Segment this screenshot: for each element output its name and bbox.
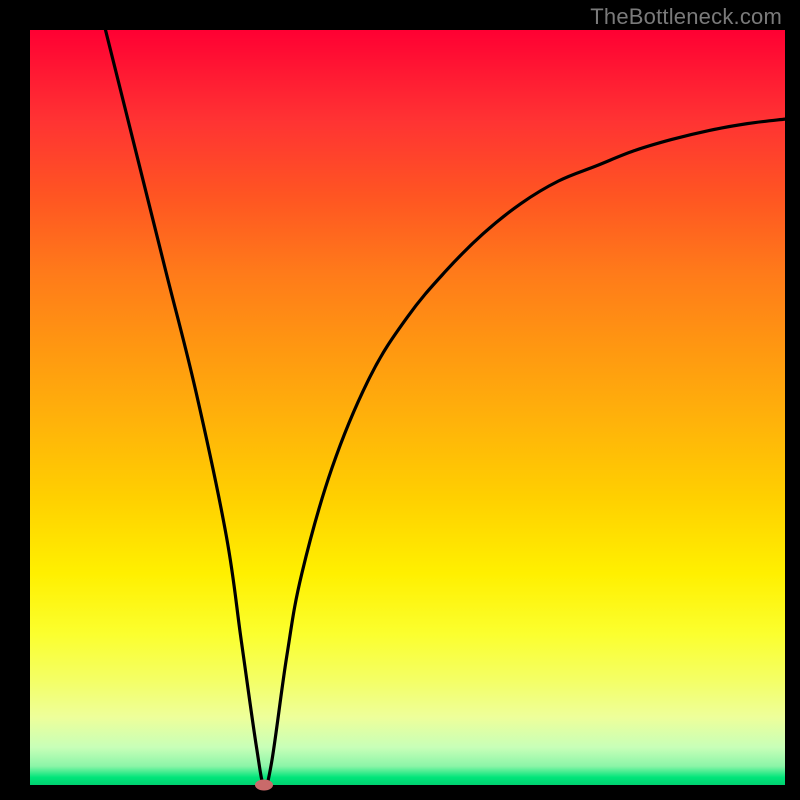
plot-area	[30, 30, 785, 785]
chart-frame: TheBottleneck.com	[0, 0, 800, 800]
bottleneck-curve	[106, 30, 786, 785]
curve-svg	[30, 30, 785, 785]
optimum-marker	[255, 780, 273, 791]
watermark-text: TheBottleneck.com	[590, 4, 782, 30]
